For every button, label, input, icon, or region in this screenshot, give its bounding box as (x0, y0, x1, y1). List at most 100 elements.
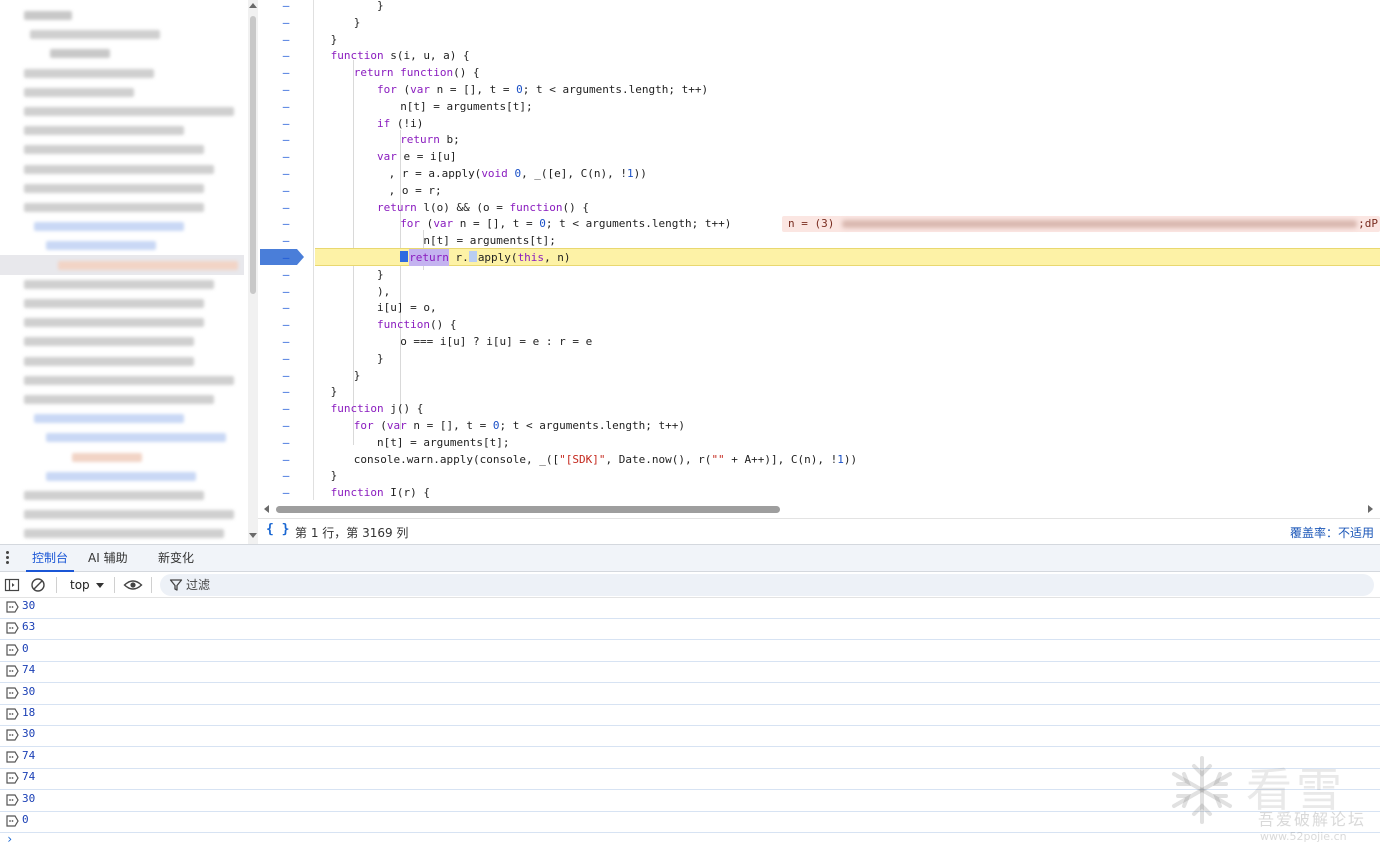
code-line[interactable]: function() { (377, 316, 456, 333)
code-line[interactable]: if (!i) (377, 115, 423, 132)
gutter-line-marker[interactable]: – (258, 383, 314, 400)
code-line[interactable]: , o = r; (389, 182, 442, 199)
scroll-left-icon[interactable] (264, 505, 269, 513)
clear-console-icon[interactable] (30, 577, 46, 593)
console-message[interactable]: 30 (0, 726, 1380, 748)
tree-item[interactable] (0, 488, 244, 502)
gutter-line-marker[interactable]: – (258, 232, 314, 249)
tree-item[interactable] (0, 469, 244, 483)
console-prompt[interactable]: › (6, 832, 13, 846)
code-line[interactable]: , r = a.apply(void 0, _([e], C(n), !1)) (389, 165, 647, 182)
gutter-line-marker[interactable]: – (258, 333, 314, 350)
console-message[interactable]: 0 (0, 812, 1380, 833)
console-messages[interactable]: 30 63 0 74 30 18 30 74 74 30 0 (0, 598, 1380, 854)
gutter-line-marker[interactable]: – (258, 182, 314, 199)
code-line[interactable]: o === i[u] ? i[u] = e : r = e (400, 333, 592, 350)
gutter-line-marker[interactable]: – (258, 350, 314, 367)
tree-item[interactable] (0, 373, 244, 387)
code-line[interactable]: function I(r) { (331, 484, 430, 501)
coverage-link[interactable]: 覆盖率：不适用 (1290, 524, 1374, 541)
tree-item[interactable] (0, 430, 244, 444)
gutter-line-marker[interactable]: – (258, 47, 314, 64)
tree-item[interactable] (0, 411, 244, 425)
code-line[interactable]: n[t] = arguments[t]; (400, 98, 532, 115)
console-message[interactable]: 74 (0, 769, 1380, 791)
tab-ai-assistance[interactable]: AI 辅助 (82, 545, 134, 572)
execution-pause-marker-icon[interactable] (400, 251, 409, 262)
horizontal-scrollbar[interactable] (258, 502, 1380, 516)
code-line[interactable]: console.warn.apply(console, _(["[SDK]", … (354, 451, 857, 468)
code-line[interactable]: return function() { (354, 64, 480, 81)
tree-item[interactable] (0, 334, 244, 348)
code-line[interactable]: ), (377, 283, 390, 300)
tree-item[interactable] (0, 392, 244, 406)
code-line[interactable]: } (331, 383, 338, 400)
gutter-line-marker[interactable]: – (258, 400, 314, 417)
context-selector[interactable]: top (64, 574, 110, 596)
gutter-line-marker[interactable]: – (258, 165, 314, 182)
code-line[interactable]: } (377, 350, 384, 367)
console-message[interactable]: 74 (0, 748, 1380, 769)
tree-item[interactable] (0, 46, 244, 60)
file-tree[interactable] (0, 0, 258, 544)
tree-item[interactable] (0, 66, 244, 80)
gutter-line-marker[interactable]: – (258, 115, 314, 132)
console-message[interactable]: 30 (0, 598, 1380, 619)
tree-item[interactable] (0, 507, 244, 521)
tree-scrollbar[interactable] (248, 0, 258, 544)
tree-item[interactable] (0, 354, 244, 368)
code-line[interactable]: n[t] = arguments[t]; (377, 434, 509, 451)
tree-item[interactable] (0, 181, 244, 195)
call-position-marker-icon[interactable] (468, 251, 477, 262)
gutter-line-marker[interactable]: – (258, 367, 314, 384)
tree-item[interactable] (0, 123, 244, 137)
console-message[interactable]: 30 (0, 791, 1380, 812)
gutter-line-marker[interactable]: – (258, 64, 314, 81)
live-expression-eye-icon[interactable] (123, 577, 143, 593)
tree-item[interactable] (0, 85, 244, 99)
line-gutter[interactable]: – – – – – – – – – – – – – – – – – – – – – – – – – – – – – – (258, 0, 314, 500)
code-line[interactable]: var e = i[u] (377, 148, 456, 165)
code-line[interactable]: i[u] = o, (377, 299, 437, 316)
gutter-line-marker[interactable]: – (258, 215, 314, 232)
code-line[interactable]: return b; (400, 131, 460, 148)
console-message[interactable]: 0 (0, 641, 1380, 662)
tree-item[interactable] (0, 254, 244, 275)
gutter-line-marker[interactable]: – (258, 484, 314, 501)
gutter-line-marker[interactable]: – (258, 131, 314, 148)
gutter-line-marker[interactable]: – (258, 266, 314, 283)
code-line[interactable]: function j() { (331, 400, 424, 417)
gutter-line-marker[interactable]: – (258, 148, 314, 165)
gutter-line-marker[interactable]: – (258, 199, 314, 216)
tree-scroll-thumb[interactable] (250, 16, 256, 294)
tab-whats-new[interactable]: 新变化 (152, 545, 200, 572)
pretty-print-button[interactable]: { } (266, 522, 289, 537)
tree-item[interactable] (0, 162, 244, 176)
horizontal-scroll-thumb[interactable] (276, 506, 780, 513)
gutter-line-marker[interactable]: – (258, 451, 314, 468)
scroll-down-icon[interactable] (249, 533, 257, 538)
gutter-line-marker[interactable]: – (258, 434, 314, 451)
tab-console[interactable]: 控制台 (26, 545, 75, 572)
console-message[interactable]: 18 (0, 705, 1380, 726)
gutter-line-marker[interactable]: – (258, 81, 314, 98)
console-message[interactable]: 74 (0, 662, 1380, 684)
console-filter[interactable] (160, 574, 1374, 596)
filter-input[interactable] (186, 575, 1366, 595)
tree-item[interactable] (0, 27, 244, 41)
tree-item[interactable] (0, 450, 244, 464)
code-line[interactable]: function s(i, u, a) { (331, 47, 470, 64)
code-line[interactable]: for (var n = [], t = 0; t < arguments.le… (400, 215, 731, 232)
gutter-line-marker[interactable]: – (258, 31, 314, 48)
scroll-up-icon[interactable] (249, 3, 257, 8)
code-line[interactable]: } (354, 367, 361, 384)
gutter-line-marker[interactable]: – (258, 249, 314, 266)
gutter-line-marker[interactable]: – (258, 0, 314, 14)
code-line[interactable]: } (377, 0, 384, 14)
code-line[interactable]: } (377, 266, 384, 283)
code-line[interactable]: } (331, 467, 338, 484)
code-line[interactable]: return l(o) && (o = function() { (377, 199, 589, 216)
tree-item[interactable] (0, 8, 244, 22)
gutter-line-marker[interactable]: – (258, 417, 314, 434)
code-line[interactable]: for (var n = [], t = 0; t < arguments.le… (354, 417, 685, 434)
